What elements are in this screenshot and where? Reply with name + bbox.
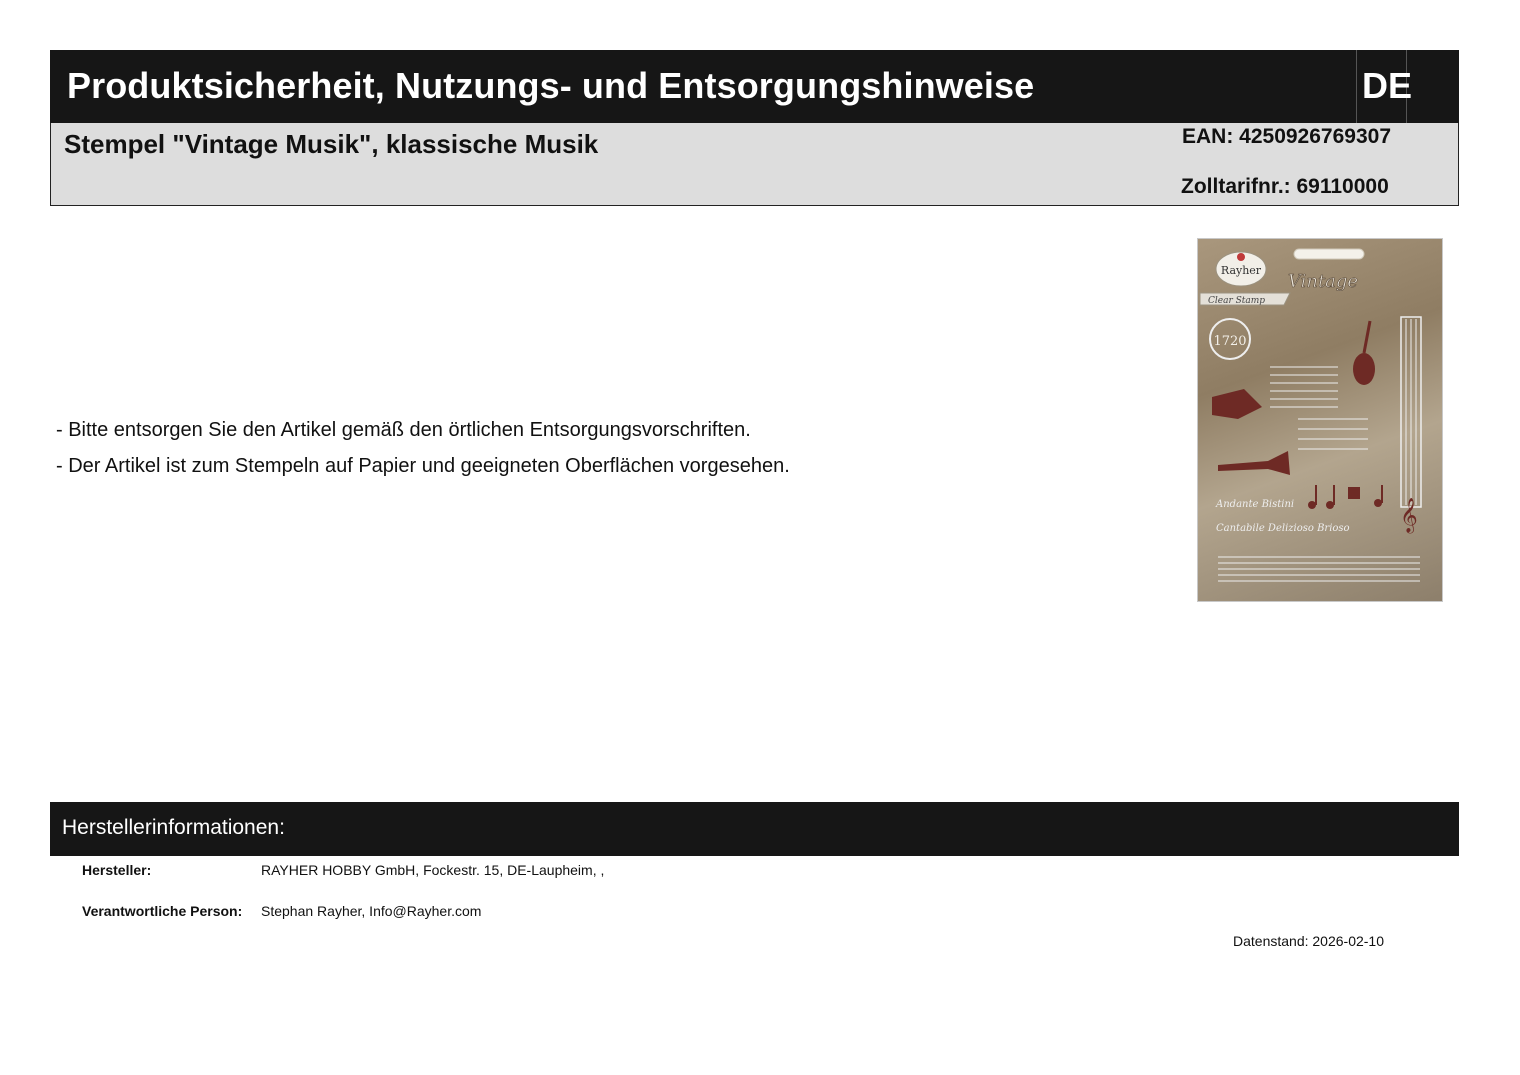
page-title: Produktsicherheit, Nutzungs- und Entsorg… (67, 65, 1035, 106)
script-line-1: Andante Bistini (1215, 499, 1294, 510)
language-code: DE (1362, 65, 1413, 106)
header-bar: Produktsicherheit, Nutzungs- und Entsorg… (50, 50, 1459, 123)
product-image: Rayher Vintage Clear Stamp 1720 𝄞 Andant… (1197, 238, 1443, 602)
note-disposal: - Bitte entsorgen Sie den Artikel gemäß … (56, 419, 751, 441)
trumpet-icon (1218, 451, 1290, 475)
bottom-score-stamp (1218, 556, 1420, 582)
violin-icon (1353, 353, 1375, 385)
product-image-artwork: Rayher Vintage Clear Stamp 1720 𝄞 Andant… (1199, 248, 1422, 582)
product-name: Stempel "Vintage Musik", klassische Musi… (64, 129, 599, 159)
manufacturer-section-bar: Herstellerinformationen: (50, 802, 1459, 856)
text-block-stamp (1270, 366, 1368, 450)
music-notes-icon (1308, 485, 1383, 509)
manufacturer-section-title: Herstellerinformationen: (62, 816, 285, 839)
language-box: DE (1356, 50, 1412, 123)
note-usage: - Der Artikel ist zum Stempeln auf Papie… (56, 455, 790, 477)
product-info-bar: Stempel "Vintage Musik", klassische Musi… (50, 123, 1459, 206)
manufacturer-label: Hersteller: (82, 862, 152, 878)
manufacturer-value: RAYHER HOBBY GmbH, Fockestr. 15, DE-Laup… (261, 862, 605, 878)
hanger-slot (1293, 248, 1365, 260)
clear-stamp-text: Clear Stamp (1208, 296, 1265, 306)
customs-tariff-number: Zolltarifnr.: 69110000 (1181, 175, 1389, 198)
piano-icon (1212, 389, 1262, 419)
violin-neck (1362, 320, 1372, 354)
brand-text: Rayher (1221, 264, 1262, 277)
script-line-2: Cantabile Delizioso Brioso (1216, 523, 1350, 534)
treble-clef-icon: 𝄞 (1400, 498, 1418, 534)
ean-code: EAN: 4250926769307 (1182, 125, 1391, 148)
vintage-logo-text: Vintage (1288, 271, 1358, 292)
brand-rose-icon (1237, 253, 1245, 261)
usage-notes: - Bitte entsorgen Sie den Artikel gemäß … (56, 412, 790, 484)
responsible-person-label: Verantwortliche Person: (82, 903, 243, 919)
responsible-person-value: Stephan Rayher, Info@Rayher.com (261, 903, 482, 919)
year-text: 1720 (1213, 334, 1246, 349)
data-date: Datenstand: 2026-02-10 (1233, 933, 1384, 949)
